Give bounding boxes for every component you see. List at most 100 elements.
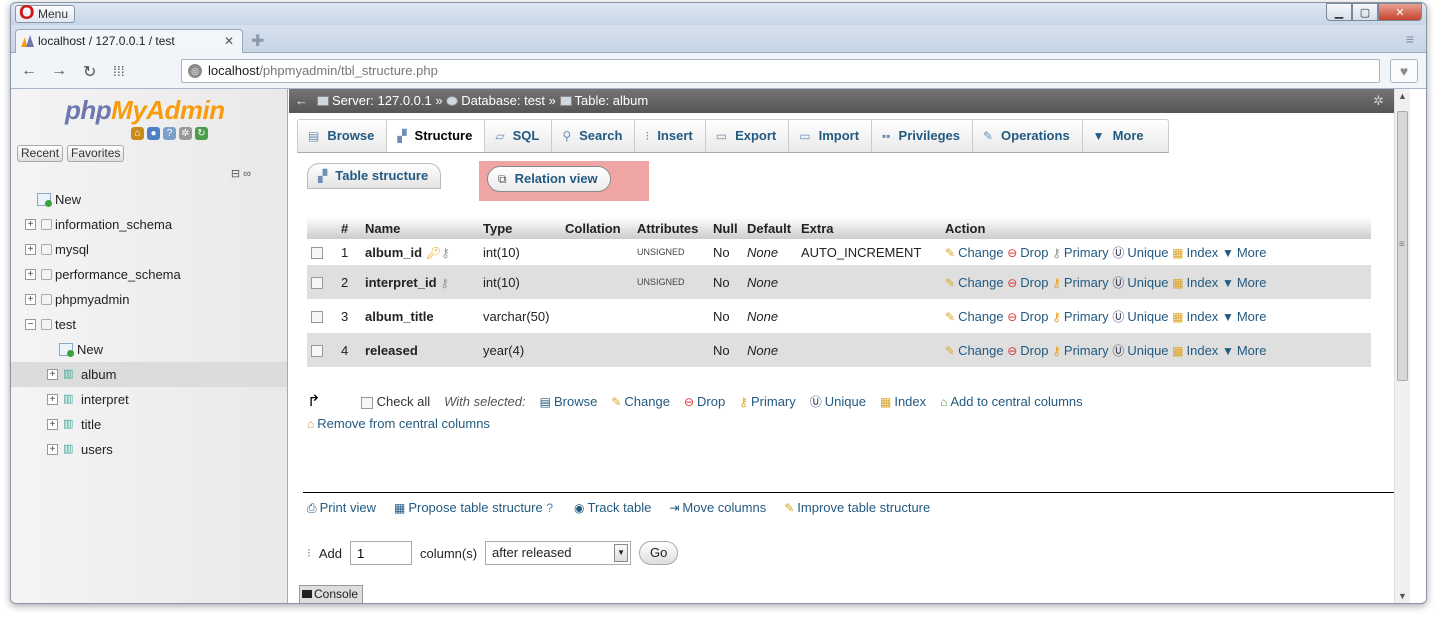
maximize-button[interactable]: ▢ — [1352, 3, 1378, 21]
bulk-remove-central-button[interactable]: ⌂ Remove from central columns — [307, 416, 490, 431]
console-toggle[interactable]: Console — [299, 585, 364, 603]
index-action[interactable]: ▦ Index — [1172, 245, 1218, 260]
logout-icon[interactable]: ● — [147, 127, 160, 140]
expand-icon[interactable]: + — [25, 269, 36, 280]
check-all[interactable]: Check all — [361, 391, 430, 413]
bookmark-heart-icon[interactable]: ♥ — [1390, 59, 1418, 83]
tab-export[interactable]: ▭ Export — [706, 120, 790, 152]
move-columns-link[interactable]: ⇥ Move columns — [669, 497, 766, 519]
tab-import[interactable]: ▭ Import — [789, 120, 873, 152]
recent-button[interactable]: Recent — [17, 145, 64, 162]
more-action[interactable]: ▼ More — [1222, 343, 1267, 358]
drop-action[interactable]: ⊖ Drop — [1007, 343, 1048, 358]
link-with-main-icon[interactable]: ∞ — [243, 168, 251, 180]
tree-item-phpmyadmin[interactable]: + phpmyadmin — [11, 287, 287, 312]
bulk-add-central-button[interactable]: ⌂ Add to central columns — [940, 391, 1082, 413]
dropdown-arrow-icon[interactable]: ▼ — [614, 544, 629, 562]
index-action[interactable]: ▦ Index — [1172, 275, 1218, 290]
unique-action[interactable]: Ⓤ Unique — [1112, 309, 1168, 324]
close-window-button[interactable]: ✕ — [1378, 3, 1422, 21]
position-select[interactable]: after released ▼ — [485, 541, 632, 565]
tree-item-new-table[interactable]: New — [11, 337, 287, 362]
back-icon[interactable]: ← — [21, 62, 37, 80]
row-checkbox[interactable] — [311, 277, 323, 290]
unique-action[interactable]: Ⓤ Unique — [1112, 343, 1168, 358]
tab-close-icon[interactable]: ✕ — [224, 30, 234, 52]
row-checkbox[interactable] — [311, 345, 323, 358]
expand-icon[interactable]: + — [47, 419, 58, 430]
go-button[interactable]: Go — [639, 541, 679, 565]
page-settings-icon[interactable]: ✲ — [1373, 89, 1384, 113]
settings-icon[interactable]: ✲ — [179, 127, 192, 140]
improve-structure-link[interactable]: ✎ Improve table structure — [784, 497, 930, 519]
collapse-icon[interactable]: − — [25, 319, 36, 330]
tree-item-test[interactable]: − test — [11, 312, 287, 337]
change-action[interactable]: ✎ Change — [945, 309, 1004, 324]
unique-action[interactable]: Ⓤ Unique — [1112, 245, 1168, 260]
reload-nav-icon[interactable]: ↻ — [195, 127, 208, 140]
url-field[interactable]: ◎ localhost/phpmyadmin/tbl_structure.php — [181, 59, 1380, 83]
tree-item-mysql[interactable]: + mysql — [11, 237, 287, 262]
expand-icon[interactable]: + — [25, 244, 36, 255]
print-view-link[interactable]: ⎙ Print view — [307, 497, 376, 519]
expand-icon[interactable]: + — [47, 369, 58, 380]
drop-action[interactable]: ⊖ Drop — [1007, 275, 1048, 290]
tab-sql[interactable]: ▱ SQL — [485, 120, 553, 152]
propose-structure-link[interactable]: ▦ Propose table structure ? — [394, 497, 556, 519]
primary-action[interactable]: ⚷ Primary — [1052, 343, 1109, 358]
bulk-browse-button[interactable]: ▤ Browse — [540, 391, 598, 413]
scroll-up-arrow-icon[interactable]: ▲ — [1398, 91, 1407, 101]
header-collation[interactable]: Collation — [561, 217, 633, 239]
collapse-all-icon[interactable]: ⊟ — [231, 168, 240, 180]
header-num[interactable]: # — [337, 217, 361, 239]
drop-action[interactable]: ⊖ Drop — [1007, 245, 1048, 260]
expand-icon[interactable]: + — [25, 219, 36, 230]
tab-privileges[interactable]: ▪▪ Privileges — [872, 120, 973, 152]
unique-action[interactable]: Ⓤ Unique — [1112, 275, 1168, 290]
tab-search[interactable]: ⚲ Search — [552, 120, 636, 152]
forward-icon[interactable]: → — [51, 62, 67, 80]
tab-structure[interactable]: ▞ Structure — [387, 120, 486, 152]
bulk-change-button[interactable]: ✎ Change — [611, 391, 670, 413]
more-action[interactable]: ▼ More — [1222, 275, 1267, 290]
change-action[interactable]: ✎ Change — [945, 343, 1004, 358]
tree-item-album[interactable]: + ▥ album — [11, 362, 287, 387]
tab-more[interactable]: ▼ More — [1083, 120, 1168, 152]
change-action[interactable]: ✎ Change — [945, 275, 1004, 290]
docs-icon[interactable]: ? — [163, 127, 176, 140]
more-action[interactable]: ▼ More — [1222, 245, 1267, 260]
minimize-button[interactable]: ▁ — [1326, 3, 1352, 21]
home-icon[interactable]: ⌂ — [131, 127, 144, 140]
header-type[interactable]: Type — [479, 217, 561, 239]
tree-item-performance-schema[interactable]: + performance_schema — [11, 262, 287, 287]
primary-action[interactable]: ⚷ Primary — [1052, 245, 1109, 260]
header-attributes[interactable]: Attributes — [633, 217, 709, 239]
help-icon[interactable]: ? — [546, 501, 553, 515]
index-action[interactable]: ▦ Index — [1172, 309, 1218, 324]
tree-item-information-schema[interactable]: + information_schema — [11, 212, 287, 237]
favorites-button[interactable]: Favorites — [67, 145, 125, 162]
tree-item-users[interactable]: + ▥ users — [11, 437, 287, 462]
primary-action[interactable]: ⚷ Primary — [1052, 309, 1109, 324]
expand-icon[interactable]: + — [47, 444, 58, 455]
row-checkbox[interactable] — [311, 247, 323, 260]
track-table-link[interactable]: ◉ Track table — [574, 497, 651, 519]
breadcrumb-database[interactable]: Database: test » — [461, 93, 556, 108]
subtab-relation-view[interactable]: ⧉ Relation view — [487, 166, 611, 192]
expand-icon[interactable]: + — [47, 394, 58, 405]
phpmyadmin-logo[interactable]: phpMyAdmin — [65, 95, 225, 126]
tab-operations[interactable]: ✎ Operations — [973, 120, 1083, 152]
browser-tab[interactable]: localhost / 127.0.0.1 / test ✕ — [15, 29, 243, 53]
row-checkbox[interactable] — [311, 311, 323, 324]
vertical-scrollbar[interactable]: ▲ ≡ ▼ — [1394, 89, 1410, 603]
drop-action[interactable]: ⊖ Drop — [1007, 309, 1048, 324]
bulk-unique-button[interactable]: Ⓤ Unique — [810, 391, 866, 413]
bulk-drop-button[interactable]: ⊖ Drop — [684, 391, 725, 413]
primary-action[interactable]: ⚷ Primary — [1052, 275, 1109, 290]
speed-dial-icon[interactable]: ⁞⁞⁞ — [113, 63, 125, 79]
bulk-primary-button[interactable]: ⚷ Primary — [739, 391, 796, 413]
subtab-table-structure[interactable]: ▞ Table structure — [307, 163, 442, 189]
tab-insert[interactable]: ⁝ Insert — [635, 120, 706, 152]
change-action[interactable]: ✎ Change — [945, 245, 1004, 260]
column-count-input[interactable] — [349, 541, 412, 565]
